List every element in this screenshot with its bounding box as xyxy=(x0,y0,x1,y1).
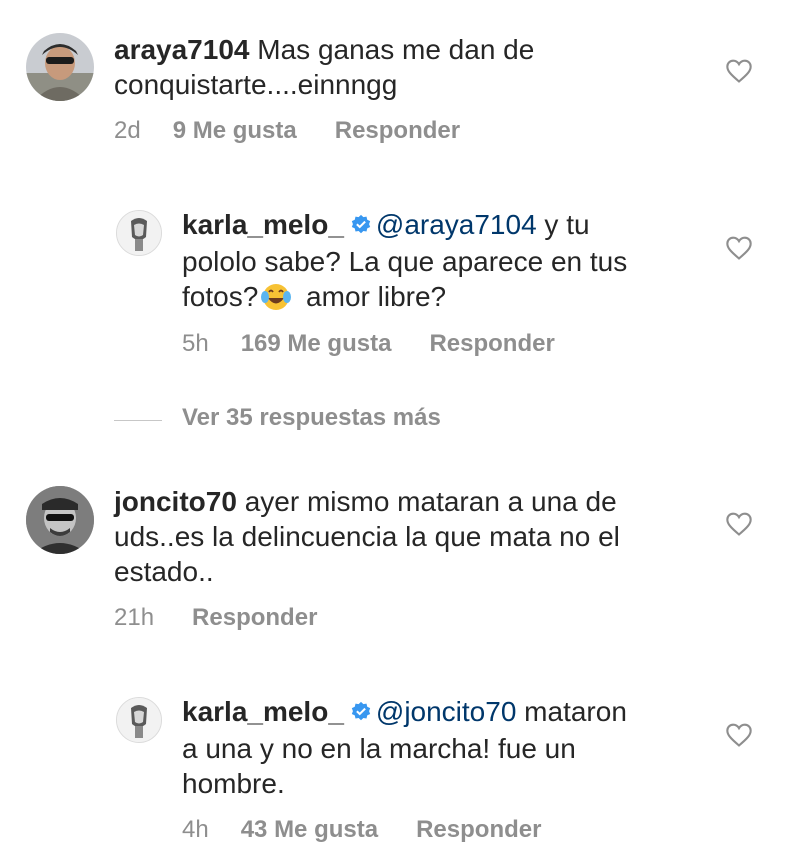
comment-body-line1: y tu xyxy=(536,209,590,240)
comment-body-line3b: amor libre? xyxy=(298,281,447,312)
mention-link[interactable]: @joncito70 xyxy=(376,696,517,727)
comment-body-line3a: fotos? xyxy=(182,281,259,312)
timestamp: 2d xyxy=(114,117,141,144)
divider-line xyxy=(114,420,162,421)
comment-meta: 2d 9 Me gusta Responder xyxy=(114,117,460,145)
reply-button[interactable]: Responder xyxy=(416,816,541,843)
comment-body-line2: conquistarte....einnngg xyxy=(114,69,398,100)
heart-icon[interactable] xyxy=(725,57,753,85)
comment-body-line3: hombre. xyxy=(182,768,285,799)
verified-badge-icon xyxy=(350,696,372,731)
comment-text: karla_melo_ @araya7104 y tu pololo sabe? … xyxy=(182,207,627,320)
comment-text: araya7104 Mas ganas me dan de conquistar… xyxy=(114,32,534,102)
avatar-karla-melo[interactable] xyxy=(116,210,162,256)
username[interactable]: joncito70 xyxy=(114,486,237,517)
comment-meta: 21h Responder xyxy=(114,604,317,632)
comment-body-line1: ayer mismo mataran a una de xyxy=(236,486,617,517)
comment-meta: 4h 43 Me gusta Responder xyxy=(182,816,541,844)
username[interactable]: karla_melo_ xyxy=(182,209,344,240)
comment-body-line3: estado.. xyxy=(114,556,214,587)
likes-count[interactable]: 169 Me gusta xyxy=(241,330,392,357)
likes-count[interactable]: 43 Me gusta xyxy=(241,816,378,843)
comment-body-line2: a una y no en la marcha! fue un xyxy=(182,733,576,764)
avatar-araya7104[interactable] xyxy=(26,33,94,101)
heart-icon[interactable] xyxy=(725,234,753,262)
reply-button[interactable]: Responder xyxy=(429,330,554,357)
comment-body-line2: uds..es la delincuencia la que mata no e… xyxy=(114,521,620,552)
mention-link[interactable]: @araya7104 xyxy=(376,209,537,240)
comment-body-line1: Mas ganas me dan de xyxy=(257,34,535,65)
likes-count[interactable]: 9 Me gusta xyxy=(173,117,297,144)
heart-icon[interactable] xyxy=(725,510,753,538)
username[interactable]: karla_melo_ xyxy=(182,696,344,727)
avatar-joncito70[interactable] xyxy=(26,486,94,554)
view-more-replies-label[interactable]: Ver 35 respuestas más xyxy=(182,404,441,432)
avatar-karla-melo[interactable] xyxy=(116,697,162,743)
face-with-tears-of-joy-emoji xyxy=(260,282,292,320)
reply-button[interactable]: Responder xyxy=(335,117,460,144)
timestamp: 21h xyxy=(114,604,155,631)
timestamp: 4h xyxy=(182,816,209,843)
username[interactable]: araya7104 xyxy=(114,34,249,65)
timestamp: 5h xyxy=(182,330,209,357)
heart-icon[interactable] xyxy=(725,721,753,749)
comment-text: karla_melo_ @joncito70 mataron a una y no… xyxy=(182,694,627,801)
comment-meta: 5h 169 Me gusta Responder xyxy=(182,330,555,358)
verified-badge-icon xyxy=(350,209,372,244)
comment-body-line2: pololo sabe? La que aparece en tus xyxy=(182,246,628,277)
comment-body-line1: mataron xyxy=(516,696,627,727)
reply-button[interactable]: Responder xyxy=(192,604,317,631)
comment-text: joncito70 ayer mismo mataran a una de ud… xyxy=(114,484,620,589)
